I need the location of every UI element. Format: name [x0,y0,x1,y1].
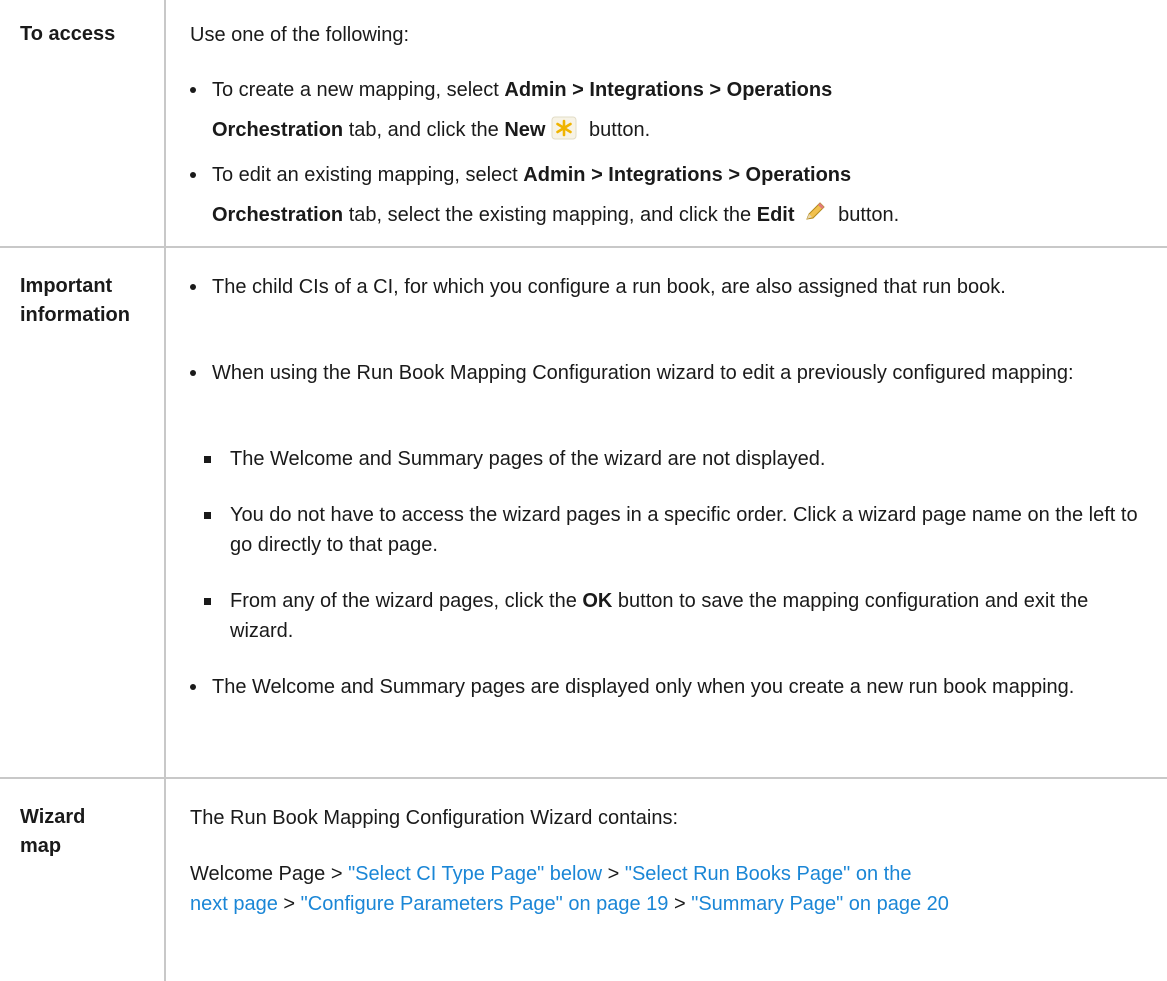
row-label-to-access: To access [20,23,116,45]
row-label-important: Important information [20,275,130,326]
row-content-wizard-map: The Run Book Mapping Configuration Wizar… [190,803,1150,919]
row-to-access: To access Use one of the following: To c… [0,0,1167,248]
link-select-run-books-page-cont[interactable]: next page [190,893,278,915]
bullet-dot [190,284,196,290]
bullet-dot [190,172,196,178]
bullet-dot [190,684,196,690]
sub-bullet-square [204,512,211,519]
bullet-dot [190,370,196,376]
row-content-to-access: Use one of the following: To create a ne… [190,20,1150,240]
bullet-dot [190,87,196,93]
sub-bullet-square [204,456,211,463]
pencil-icon [805,202,825,220]
row-content-important: The child CIs of a CI, for which you con… [190,272,1150,772]
new-star-icon [551,116,577,140]
info-table: To access Use one of the following: To c… [0,0,1167,981]
access-intro: Use one of the following: [190,24,410,46]
link-select-run-books-page[interactable]: "Select Run Books Page" on the [625,863,912,885]
wizard-intro: The Run Book Mapping Configuration Wizar… [190,807,679,829]
row-important-information: Important information The child CIs of a… [0,248,1167,779]
sub-bullet-square [204,598,211,605]
wizard-sequence: Welcome Page > "Select CI Type Page" bel… [190,863,949,915]
row-wizard-map: Wizard map The Run Book Mapping Configur… [0,779,1167,981]
link-summary-page[interactable]: "Summary Page" on page 20 [691,893,949,915]
row-label-wizard-map: Wizard map [20,806,86,857]
link-configure-parameters-page[interactable]: "Configure Parameters Page" on page 19 [301,893,669,915]
link-select-ci-type-page[interactable]: "Select CI Type Page" below [348,863,602,885]
